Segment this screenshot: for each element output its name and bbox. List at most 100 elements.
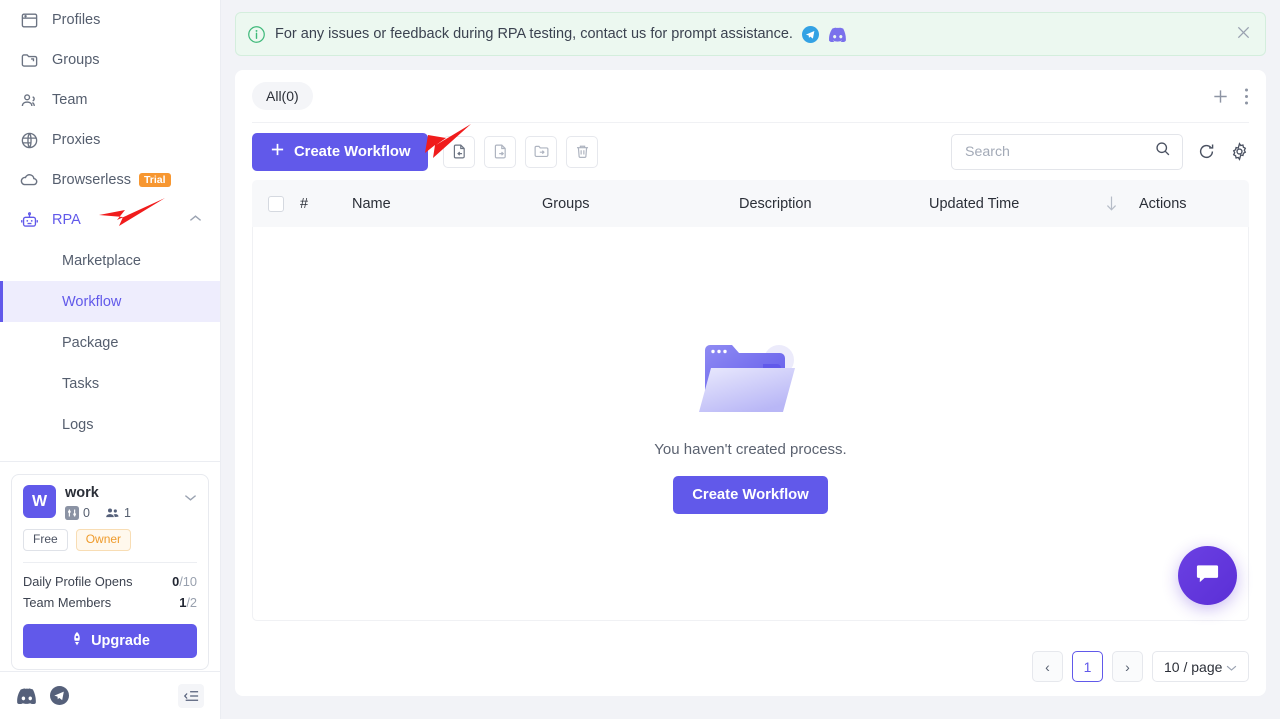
sort-desc-arrow[interactable] bbox=[1084, 195, 1139, 212]
sidebar-item-label: Proxies bbox=[52, 132, 101, 148]
upgrade-button[interactable]: Upgrade bbox=[23, 624, 197, 659]
pagination-prev[interactable]: ‹ bbox=[1032, 651, 1063, 682]
sidebar-subitem-package[interactable]: Package bbox=[0, 322, 220, 363]
sidebar-item-label: Profiles bbox=[52, 12, 101, 28]
column-updated-time[interactable]: Updated Time bbox=[929, 196, 1084, 212]
sidebar-subitem-tasks[interactable]: Tasks bbox=[0, 363, 220, 404]
workspace-card[interactable]: W work 0 1 Free Owner Daily Profile Open… bbox=[11, 474, 209, 671]
profiles-count-icon bbox=[65, 505, 79, 520]
sidebar-item-team[interactable]: Team bbox=[0, 80, 220, 120]
empty-state-text: You haven't created process. bbox=[654, 440, 847, 458]
trial-badge: Trial bbox=[138, 173, 171, 187]
toolbar-icon-group bbox=[443, 135, 599, 168]
table-header: # Name Groups Description Updated Time A… bbox=[252, 180, 1249, 227]
pagination-page-1[interactable]: 1 bbox=[1072, 651, 1103, 682]
members-count: 1 bbox=[123, 505, 131, 520]
sidebar-subitem-label: Tasks bbox=[62, 375, 100, 392]
sidebar-item-groups[interactable]: Groups bbox=[0, 40, 220, 80]
collapse-sidebar-icon[interactable] bbox=[178, 683, 204, 708]
sidebar-item-label: Browserless bbox=[52, 172, 131, 188]
workspace-header: W work 0 1 bbox=[23, 485, 197, 520]
column-name: Name bbox=[352, 195, 391, 212]
panel-header-actions bbox=[1211, 87, 1249, 106]
close-icon[interactable] bbox=[1236, 25, 1251, 44]
telegram-icon[interactable] bbox=[801, 25, 819, 43]
sidebar-nav: Profiles Groups Team Proxies Browserless… bbox=[0, 0, 220, 462]
sidebar-subitem-workflow[interactable]: Workflow bbox=[0, 281, 220, 322]
plus-icon bbox=[270, 142, 285, 161]
page-size-select[interactable]: 10 / page bbox=[1152, 651, 1249, 682]
stat-label: Team Members bbox=[23, 595, 112, 611]
sidebar-item-label: Groups bbox=[52, 52, 100, 68]
discord-icon[interactable] bbox=[828, 27, 846, 42]
create-workflow-label: Create Workflow bbox=[294, 143, 411, 160]
main-content: For any issues or feedback during RPA te… bbox=[221, 0, 1280, 719]
plan-tag: Free bbox=[23, 528, 68, 552]
members-count-icon bbox=[105, 506, 120, 520]
workspace-stat-row: Team Members 1/2 bbox=[23, 592, 197, 613]
info-icon bbox=[248, 25, 265, 43]
workflow-panel: All(0) Create Workflow Search # Name Gro… bbox=[235, 70, 1266, 696]
chevron-up-icon[interactable] bbox=[189, 214, 202, 226]
chat-bubble-icon bbox=[1195, 561, 1220, 591]
import-file-icon[interactable] bbox=[443, 135, 476, 168]
toolbar-right bbox=[951, 133, 1249, 170]
empty-create-workflow-button[interactable]: Create Workflow bbox=[673, 475, 828, 514]
column-actions: Actions bbox=[1139, 195, 1187, 212]
more-vertical-icon[interactable] bbox=[1244, 87, 1249, 106]
sidebar-subitem-logs[interactable]: Logs bbox=[0, 404, 220, 445]
move-to-folder-icon[interactable] bbox=[525, 135, 558, 168]
stat-label: Daily Profile Opens bbox=[23, 574, 133, 590]
sidebar-item-browserless[interactable]: Browserless Trial bbox=[0, 160, 220, 200]
create-workflow-button[interactable]: Create Workflow bbox=[252, 132, 429, 171]
workspace-separator bbox=[23, 562, 197, 564]
workflow-toolbar: Create Workflow bbox=[252, 122, 1249, 180]
sidebar-item-label: RPA bbox=[52, 212, 81, 228]
sidebar: Profiles Groups Team Proxies Browserless… bbox=[0, 0, 221, 719]
workspace-tags: Free Owner bbox=[23, 528, 197, 552]
telegram-icon[interactable] bbox=[50, 686, 69, 705]
workspace-name: work bbox=[65, 485, 99, 501]
chevron-down-icon bbox=[1226, 659, 1237, 675]
sidebar-item-label: Team bbox=[52, 92, 88, 108]
profiles-icon bbox=[18, 10, 40, 30]
column-groups: Groups bbox=[542, 195, 590, 212]
pagination: ‹ 1 › 10 / page bbox=[1032, 651, 1249, 682]
sidebar-footer bbox=[0, 671, 220, 719]
search-icon[interactable] bbox=[1155, 141, 1171, 162]
rocket-icon bbox=[70, 631, 84, 651]
plus-icon[interactable] bbox=[1211, 87, 1230, 106]
table-body-empty: You haven't created process. Create Work… bbox=[252, 227, 1249, 621]
tab-all[interactable]: All(0) bbox=[252, 82, 313, 110]
column-description: Description bbox=[739, 195, 812, 212]
delete-icon[interactable] bbox=[566, 135, 599, 168]
gear-icon[interactable] bbox=[1230, 142, 1249, 161]
export-file-icon[interactable] bbox=[484, 135, 517, 168]
sidebar-item-proxies[interactable]: Proxies bbox=[0, 120, 220, 160]
empty-folder-illustration bbox=[695, 334, 807, 431]
sidebar-item-rpa[interactable]: RPA bbox=[0, 200, 220, 240]
discord-icon[interactable] bbox=[16, 687, 36, 704]
workspace-stat-row: Daily Profile Opens 0/10 bbox=[23, 571, 197, 592]
role-tag: Owner bbox=[75, 528, 132, 552]
sidebar-subitem-marketplace[interactable]: Marketplace bbox=[0, 240, 220, 281]
team-icon bbox=[18, 90, 40, 110]
search-input[interactable] bbox=[963, 142, 1155, 161]
workspace-meta: 0 1 bbox=[65, 505, 131, 520]
workspace-card-wrap: W work 0 1 Free Owner Daily Profile Open… bbox=[0, 462, 220, 671]
cloud-icon bbox=[18, 170, 40, 190]
groups-icon bbox=[18, 50, 40, 70]
notification-banner: For any issues or feedback during RPA te… bbox=[235, 12, 1266, 56]
profiles-count: 0 bbox=[83, 505, 90, 520]
upgrade-label: Upgrade bbox=[91, 633, 150, 650]
select-all-checkbox[interactable] bbox=[252, 195, 300, 212]
app-root: Profiles Groups Team Proxies Browserless… bbox=[0, 0, 1280, 719]
proxies-icon bbox=[18, 130, 40, 150]
chat-fab-button[interactable] bbox=[1178, 546, 1237, 605]
refresh-icon[interactable] bbox=[1197, 142, 1216, 161]
chevron-down-icon[interactable] bbox=[184, 485, 197, 505]
sidebar-item-profiles[interactable]: Profiles bbox=[0, 0, 220, 40]
pagination-next[interactable]: › bbox=[1112, 651, 1143, 682]
stat-total: /2 bbox=[186, 595, 197, 611]
search-box[interactable] bbox=[951, 133, 1183, 170]
